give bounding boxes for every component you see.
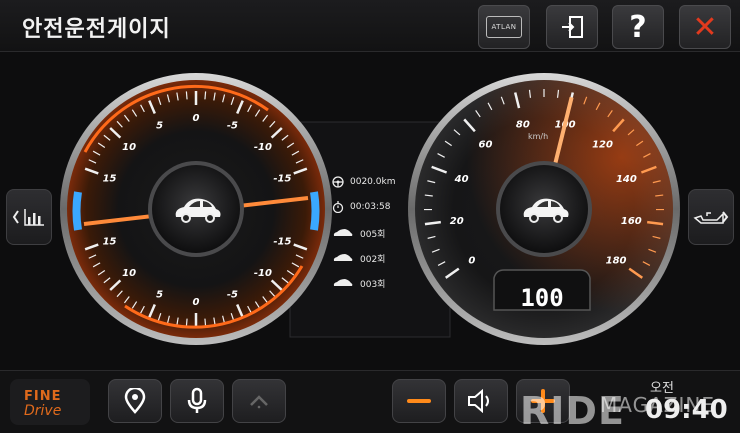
question-icon: ?: [629, 9, 647, 45]
left-gauge-tick-label: -10: [254, 268, 272, 279]
car-turn-icon: [333, 279, 353, 286]
left-gauge-tick-label: -10: [254, 142, 272, 153]
page-title: 안전운전게이지: [22, 17, 171, 42]
gauge-area: 15 10 5 0 -5 -10 -15 15 10 5 0 -5 -10 -15 0 20 40 60 80 10…: [0, 52, 740, 370]
speed-unit: km/h: [528, 132, 548, 141]
right-gauge-tick-label: 20: [450, 216, 464, 227]
close-button[interactable]: ✕: [679, 5, 731, 49]
left-gauge-tick-label: 0: [193, 113, 200, 124]
time-row: 00:03:58: [332, 198, 390, 216]
left-blue-zone-right: [310, 191, 320, 231]
distance-row: 0020.0km: [332, 173, 395, 191]
finedrive-logo-button[interactable]: FINE Drive: [10, 379, 90, 425]
distance-value: 0020.0km: [350, 177, 396, 187]
right-gauge-tick-label: 40: [454, 174, 469, 185]
left-gauge-tick-label: 15: [103, 236, 117, 247]
right-gauge-tick-label: 140: [616, 174, 637, 185]
left-gauge-tick-label: 15: [103, 174, 117, 185]
next-engine-button[interactable]: [688, 189, 734, 245]
right-gauge-tick-label: 120: [592, 139, 613, 150]
steering-wheel-icon: [332, 176, 344, 188]
exit-icon: [562, 16, 583, 38]
right-gauge-tick-label: 160: [621, 216, 642, 227]
count-row-2: 002회: [332, 249, 385, 267]
left-gauge-tick-label: 0: [193, 297, 200, 308]
close-icon: ✕: [692, 9, 718, 45]
volume-button[interactable]: [454, 379, 508, 423]
help-button[interactable]: ?: [612, 5, 664, 49]
bar-chart-icon: [12, 209, 44, 226]
speed-digital-readout: 100: [520, 284, 563, 312]
bottom-bar: FINE Drive RIDE MAGAZINE 오전 09:40: [0, 370, 740, 433]
car-brake-icon: [333, 254, 353, 261]
right-gauge-tick-label: 60: [479, 139, 493, 150]
count-value-3: 003회: [360, 279, 386, 290]
menu-up-button[interactable]: [232, 379, 286, 423]
map-pin-icon: [124, 388, 146, 414]
car-accel-icon: [333, 229, 353, 236]
atlan-button[interactable]: ATLAN: [478, 5, 530, 49]
count-value-1: 005회: [360, 229, 386, 240]
left-gauge-tick-label: 5: [156, 289, 163, 300]
minus-icon: [407, 399, 431, 403]
stopwatch-icon: [332, 201, 344, 213]
voice-button[interactable]: [170, 379, 224, 423]
left-gauge-tick-label: -15: [273, 236, 291, 247]
left-gauge-tick: [185, 91, 188, 100]
left-gauge-tick-label: -5: [227, 289, 238, 300]
left-gauge-tick-label: 10: [122, 268, 136, 279]
top-bar: 안전운전게이지 ATLAN ? ✕: [0, 0, 740, 52]
atlan-logo-label: ATLAN: [486, 16, 522, 38]
prev-stats-button[interactable]: [6, 189, 52, 245]
driving-stats-panel: 0020.0km 00:03:58 005회 002회 003회: [324, 164, 414, 294]
left-gauge-tick-label: -15: [273, 174, 291, 185]
left-gauge-tick-label: -5: [227, 121, 238, 132]
right-gauge-tick-label: 180: [606, 255, 627, 266]
right-gauge-tick-label: 0: [468, 255, 475, 266]
microphone-icon: [187, 387, 207, 413]
speaker-icon: [468, 389, 489, 413]
time-value: 00:03:58: [350, 202, 391, 212]
chevron-up-icon: [250, 395, 268, 409]
logo-text-bottom: Drive: [24, 403, 62, 419]
count-value-2: 002회: [360, 254, 386, 265]
location-button[interactable]: [108, 379, 162, 423]
clock-time: 09:40: [645, 395, 728, 425]
exit-app-button[interactable]: [546, 5, 598, 49]
left-gauge-tick-label: 5: [156, 121, 163, 132]
oil-can-icon: [693, 211, 729, 224]
left-blue-zone-left: [72, 191, 82, 231]
count-row-1: 005회: [332, 224, 385, 242]
count-row-3: 003회: [332, 274, 385, 292]
right-gauge-tick-label: 80: [516, 120, 530, 131]
volume-down-button[interactable]: [392, 379, 446, 423]
logo-text-top: FINE: [24, 389, 62, 404]
left-gauge-tick-label: 10: [122, 142, 136, 153]
left-gauge-tick: [204, 91, 207, 100]
clock-ampm: 오전: [650, 381, 674, 396]
